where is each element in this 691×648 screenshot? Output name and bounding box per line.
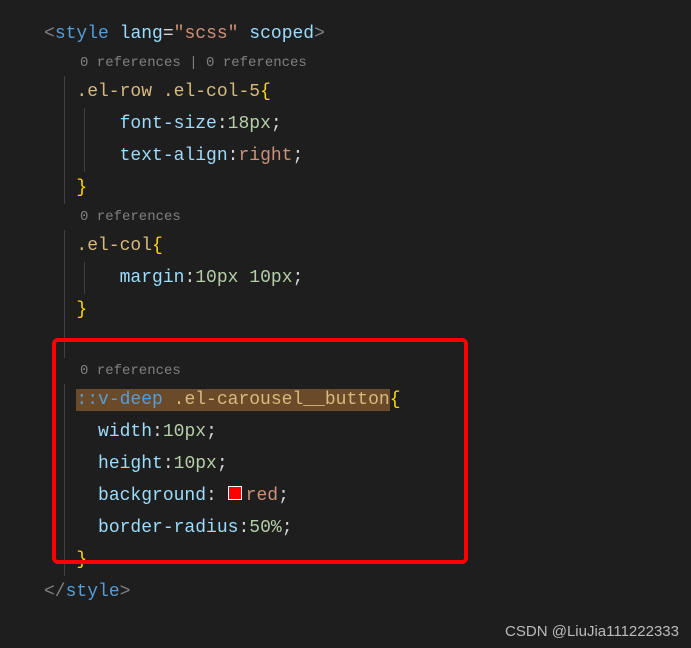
code-line[interactable]: text-align:right; — [0, 140, 691, 172]
val-18: 18 — [228, 114, 250, 134]
val-10: 10 — [249, 268, 271, 288]
code-line[interactable]: } — [0, 172, 691, 204]
code-line[interactable]: width:10px; — [0, 416, 691, 448]
prop-border-radius: border-radius — [98, 518, 238, 538]
brace-open: { — [390, 390, 401, 410]
val-10: 10 — [195, 268, 217, 288]
brace-open: { — [152, 236, 163, 256]
tag-name: style — [55, 24, 109, 44]
tag-open-bracket: < — [44, 24, 55, 44]
prop-font-size: font-size — [120, 114, 217, 134]
tag-close-bracket: > — [120, 582, 131, 602]
val-10: 10 — [174, 454, 196, 474]
semicolon: ; — [292, 146, 303, 166]
pseudo-v-deep: v-deep — [98, 390, 163, 410]
selector-carousel-button: .el-carousel__button — [174, 390, 390, 410]
code-line[interactable]: ::v-deep .el-carousel__button{ — [0, 384, 691, 416]
unit-percent: % — [271, 518, 282, 538]
pseudo-colon: :: — [76, 390, 98, 410]
prop-height: height — [98, 454, 163, 474]
val-right: right — [238, 146, 292, 166]
semicolon: ; — [206, 422, 217, 442]
unit-px: px — [249, 114, 271, 134]
unit-px: px — [184, 422, 206, 442]
semicolon: ; — [278, 486, 289, 506]
attr-lang: lang — [120, 24, 163, 44]
val-red: red — [246, 486, 278, 506]
code-line[interactable]: .el-col{ — [0, 230, 691, 262]
brace-close: } — [76, 300, 87, 320]
tag-name: style — [66, 582, 120, 602]
prop-text-align: text-align — [120, 146, 228, 166]
unit-px: px — [271, 268, 293, 288]
val-10: 10 — [163, 422, 185, 442]
codelens-references[interactable]: 0 references — [0, 360, 691, 382]
code-line[interactable] — [0, 326, 691, 358]
equals: = — [163, 24, 174, 44]
semicolon: ; — [271, 114, 282, 134]
code-line[interactable]: height:10px; — [0, 448, 691, 480]
prop-width: width — [98, 422, 152, 442]
codelens-references[interactable]: 0 references — [0, 206, 691, 228]
code-line[interactable]: } — [0, 544, 691, 576]
brace-open: { — [260, 82, 271, 102]
code-line[interactable]: border-radius:50%; — [0, 512, 691, 544]
code-line[interactable]: <style lang="scss" scoped> — [0, 18, 691, 50]
selector-el-col: .el-col — [76, 236, 152, 256]
brace-close: } — [76, 550, 87, 570]
watermark-text: CSDN @LiuJia111222333 — [505, 623, 679, 640]
selector-el-row: .el-row — [76, 82, 152, 102]
codelens-references[interactable]: 0 references | 0 references — [0, 52, 691, 74]
tag-close-bracket: > — [314, 24, 325, 44]
code-line[interactable]: } — [0, 294, 691, 326]
code-line[interactable]: background: red; — [0, 480, 691, 512]
brace-close: } — [76, 178, 87, 198]
semicolon: ; — [217, 454, 228, 474]
code-editor[interactable]: <style lang="scss" scoped> 0 references … — [0, 0, 691, 608]
unit-px: px — [217, 268, 239, 288]
prop-background: background — [98, 486, 206, 506]
val-50: 50 — [249, 518, 271, 538]
code-line[interactable]: font-size:18px; — [0, 108, 691, 140]
unit-px: px — [195, 454, 217, 474]
tag-close-open: </ — [44, 582, 66, 602]
selector-el-col-5: .el-col-5 — [163, 82, 260, 102]
code-line[interactable]: margin:10px 10px; — [0, 262, 691, 294]
code-line[interactable]: </style> — [0, 576, 691, 608]
color-swatch-icon[interactable] — [228, 486, 242, 500]
semicolon: ; — [282, 518, 293, 538]
attr-val-scss: "scss" — [174, 24, 239, 44]
attr-scoped: scoped — [249, 24, 314, 44]
semicolon: ; — [293, 268, 304, 288]
code-line[interactable]: .el-row .el-col-5{ — [0, 76, 691, 108]
prop-margin: margin — [120, 268, 185, 288]
